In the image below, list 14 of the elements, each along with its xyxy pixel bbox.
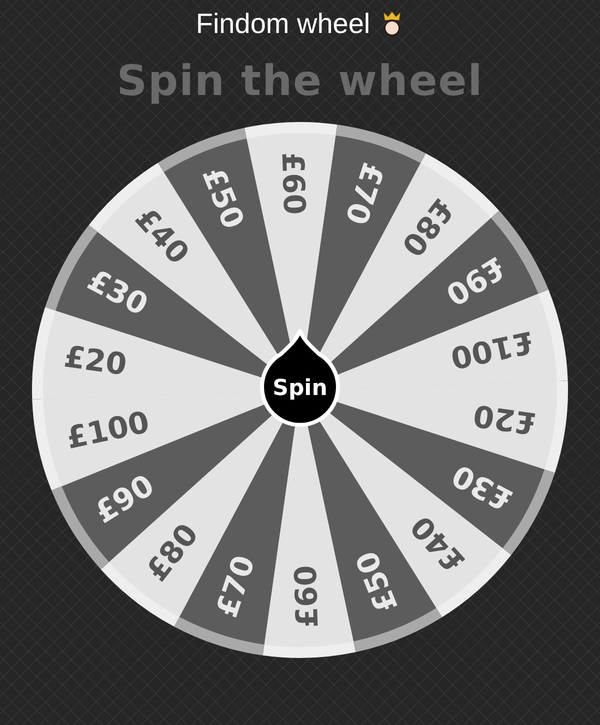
prize-label: £100: [64, 405, 153, 457]
prize-label: £20: [471, 397, 538, 441]
prize-label: £60: [274, 152, 312, 216]
prize-label: £100: [447, 324, 536, 376]
prize-label: £20: [62, 340, 129, 384]
prize-label: £90: [439, 249, 512, 312]
prize-label: £70: [338, 158, 390, 229]
prize-label: £90: [88, 468, 161, 532]
wheel-heading: Spin the wheel: [116, 56, 484, 106]
prize-label: £50: [349, 546, 406, 618]
prize-label: £70: [210, 552, 262, 622]
prize-label: £60: [288, 565, 326, 629]
prize-label: £50: [194, 163, 251, 234]
page-title: Findom wheel: [196, 8, 370, 40]
